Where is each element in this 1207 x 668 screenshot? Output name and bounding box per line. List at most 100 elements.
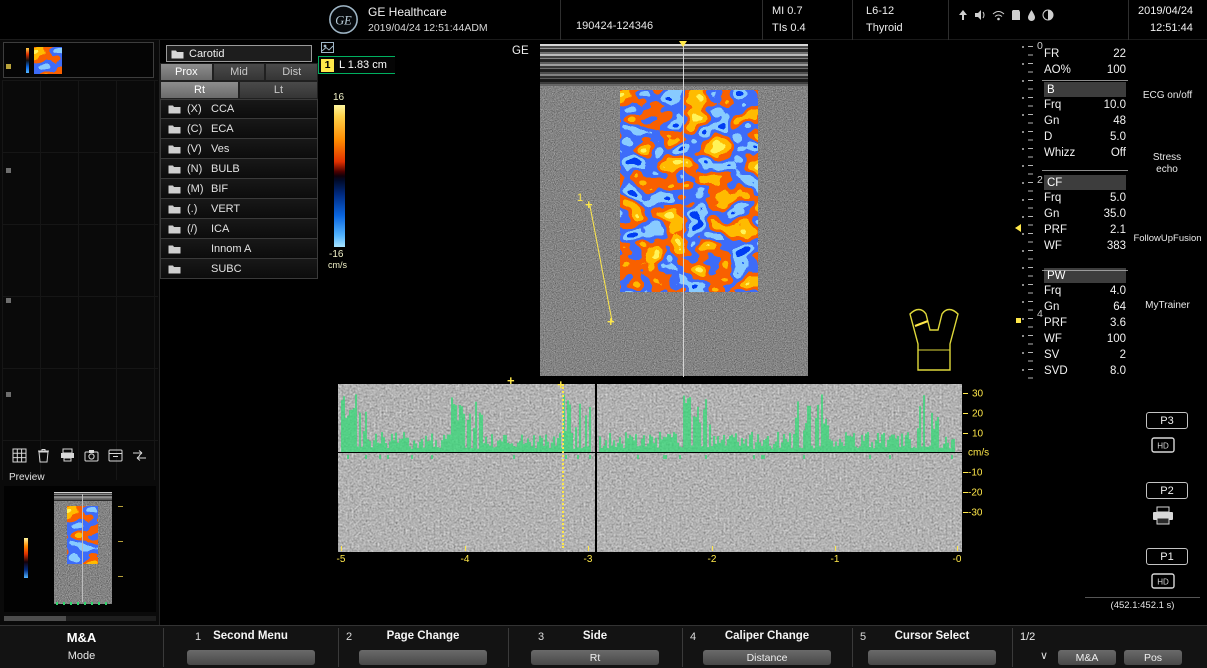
tab-lt[interactable]: Lt (239, 81, 318, 99)
softkey-cursor-select[interactable]: 5 Cursor Select (852, 626, 1012, 668)
param-value: 35.0 (1104, 208, 1126, 220)
item-prefix: (N) (187, 163, 211, 175)
preview-image (54, 492, 112, 604)
save-hd-icon[interactable]: HD (1151, 572, 1175, 590)
trash-icon[interactable] (34, 446, 53, 464)
pw-cursor-line[interactable] (683, 44, 684, 377)
color-doppler-roi[interactable] (620, 90, 758, 292)
y-tick-label: -20 (968, 488, 982, 499)
time-cursor-line[interactable] (562, 384, 564, 548)
item-name: BULB (211, 163, 240, 175)
tab-dist[interactable]: Dist (265, 63, 318, 81)
side-tabs: Rt Lt (160, 81, 318, 99)
scrollbar-thumb[interactable] (4, 616, 66, 621)
stress-echo-button[interactable]: Stress echo (1142, 152, 1192, 176)
caliper-cross-end[interactable]: + (607, 317, 615, 327)
print-icon[interactable] (58, 446, 77, 464)
spectral-cursor-cross[interactable]: + (557, 380, 565, 390)
softkey-side[interactable]: 3 Side Rt (508, 626, 682, 668)
depth-tick-label: 0 (1037, 40, 1043, 52)
loop-timer: (452.1:452.1 s) (1085, 597, 1200, 611)
param-value: 100 (1107, 64, 1126, 76)
softkey-second-menu[interactable]: 1 Second Menu (163, 626, 338, 668)
mode-title: M&A (0, 630, 163, 645)
item-name: ICA (211, 223, 229, 235)
preview-thumbnail[interactable] (4, 486, 156, 612)
camera-icon[interactable] (82, 446, 101, 464)
x-tick-label: -0 (953, 554, 962, 565)
measure-item-bif[interactable]: (M)BIF (160, 179, 318, 199)
tab-mid[interactable]: Mid (213, 63, 266, 81)
mytrainer-button[interactable]: MyTrainer (1129, 300, 1206, 312)
clipboard-sidebar: Preview (0, 40, 160, 625)
layout-grid-icon[interactable] (10, 446, 29, 464)
softkey-value-button[interactable] (187, 650, 315, 665)
p2-button[interactable]: P2 (1146, 482, 1188, 499)
ge-logo-icon: GE (328, 4, 359, 38)
folder-icon (168, 264, 181, 274)
pos-button[interactable]: Pos (1124, 650, 1182, 665)
spectral-caliper-cross[interactable]: + (507, 376, 515, 386)
param-label: PRF (1044, 224, 1067, 236)
preview-colorbar (24, 538, 28, 578)
measure-result-box: 1 L 1.83 cm (318, 56, 398, 74)
param-ao: AO%100 (1044, 62, 1126, 78)
measure-item-cca[interactable]: (X)CCA (160, 99, 318, 119)
param-b-d: D5.0 (1044, 129, 1126, 145)
param-value: 3.6 (1110, 317, 1126, 329)
softkey-value-button[interactable] (868, 650, 996, 665)
caliper-cross-start[interactable]: + (585, 200, 593, 210)
softkey-caliper-change[interactable]: 4 Caliper Change Distance (682, 626, 852, 668)
y-tick-label: 20 (972, 409, 983, 420)
focus-marker[interactable] (1015, 224, 1021, 232)
transfer-arrows-icon[interactable] (130, 446, 149, 464)
measure-item-ves[interactable]: (V)Ves (160, 139, 318, 159)
color-scale-bar (334, 105, 345, 247)
p1-button[interactable]: P1 (1146, 548, 1188, 565)
sv-gate-marker[interactable] (1016, 318, 1021, 323)
x-tick-label: -1 (831, 554, 840, 565)
clipboard-scrollbar[interactable] (4, 616, 156, 621)
clipboard-tools (10, 446, 149, 464)
measure-item-subc[interactable]: SUBC (160, 259, 318, 279)
clipboard-grid[interactable] (2, 80, 158, 480)
measure-item-bulb[interactable]: (N)BULB (160, 159, 318, 179)
x-tick (341, 546, 342, 551)
softkey-page-change[interactable]: 2 Page Change (338, 626, 508, 668)
followup-fusion-button[interactable]: FollowUpFusion (1129, 233, 1206, 244)
param-value: 100 (1107, 333, 1126, 345)
param-label: Frq (1044, 192, 1061, 204)
tab-rt[interactable]: Rt (160, 81, 239, 99)
y-unit-label: cm/s (968, 448, 989, 459)
row-marker (6, 168, 11, 173)
measure-item-ica[interactable]: (/)ICA (160, 219, 318, 239)
ma-button[interactable]: M&A (1058, 650, 1116, 665)
softkey-value-button[interactable]: Rt (531, 650, 659, 665)
ecg-button[interactable]: ECG on/off (1129, 90, 1206, 102)
item-prefix: (V) (187, 143, 211, 155)
measure-item-innom-a[interactable]: Innom A (160, 239, 318, 259)
param-label: WF (1044, 240, 1062, 252)
clipboard-active-thumbnail[interactable] (3, 42, 154, 78)
clock-time: 12:51:44 (1150, 22, 1193, 34)
measure-category-dropdown[interactable]: Carotid (166, 45, 312, 62)
measure-item-eca[interactable]: (C)ECA (160, 119, 318, 139)
p3-button[interactable]: P3 (1146, 412, 1188, 429)
softkey-value-button[interactable] (359, 650, 487, 665)
depth-tick-label: 4 (1037, 308, 1043, 320)
param-pw-gn: Gn64 (1044, 299, 1126, 315)
param-separator (1042, 270, 1128, 271)
preview-tick (118, 506, 123, 507)
measure-item-vert[interactable]: (.)VERT (160, 199, 318, 219)
softkey-value-button[interactable]: Distance (703, 650, 831, 665)
save-hd-icon[interactable]: HD (1151, 436, 1175, 454)
tab-prox[interactable]: Prox (160, 63, 213, 81)
param-value: 48 (1113, 115, 1126, 127)
param-value: 5.0 (1110, 192, 1126, 204)
archive-icon[interactable] (106, 446, 125, 464)
row-marker (6, 392, 11, 397)
print-p2-icon[interactable] (1151, 506, 1175, 526)
color-scale: 16 -16 cm/s (326, 92, 356, 270)
chevron-down-icon[interactable]: ∨ (1040, 649, 1048, 662)
param-separator (1042, 80, 1128, 81)
